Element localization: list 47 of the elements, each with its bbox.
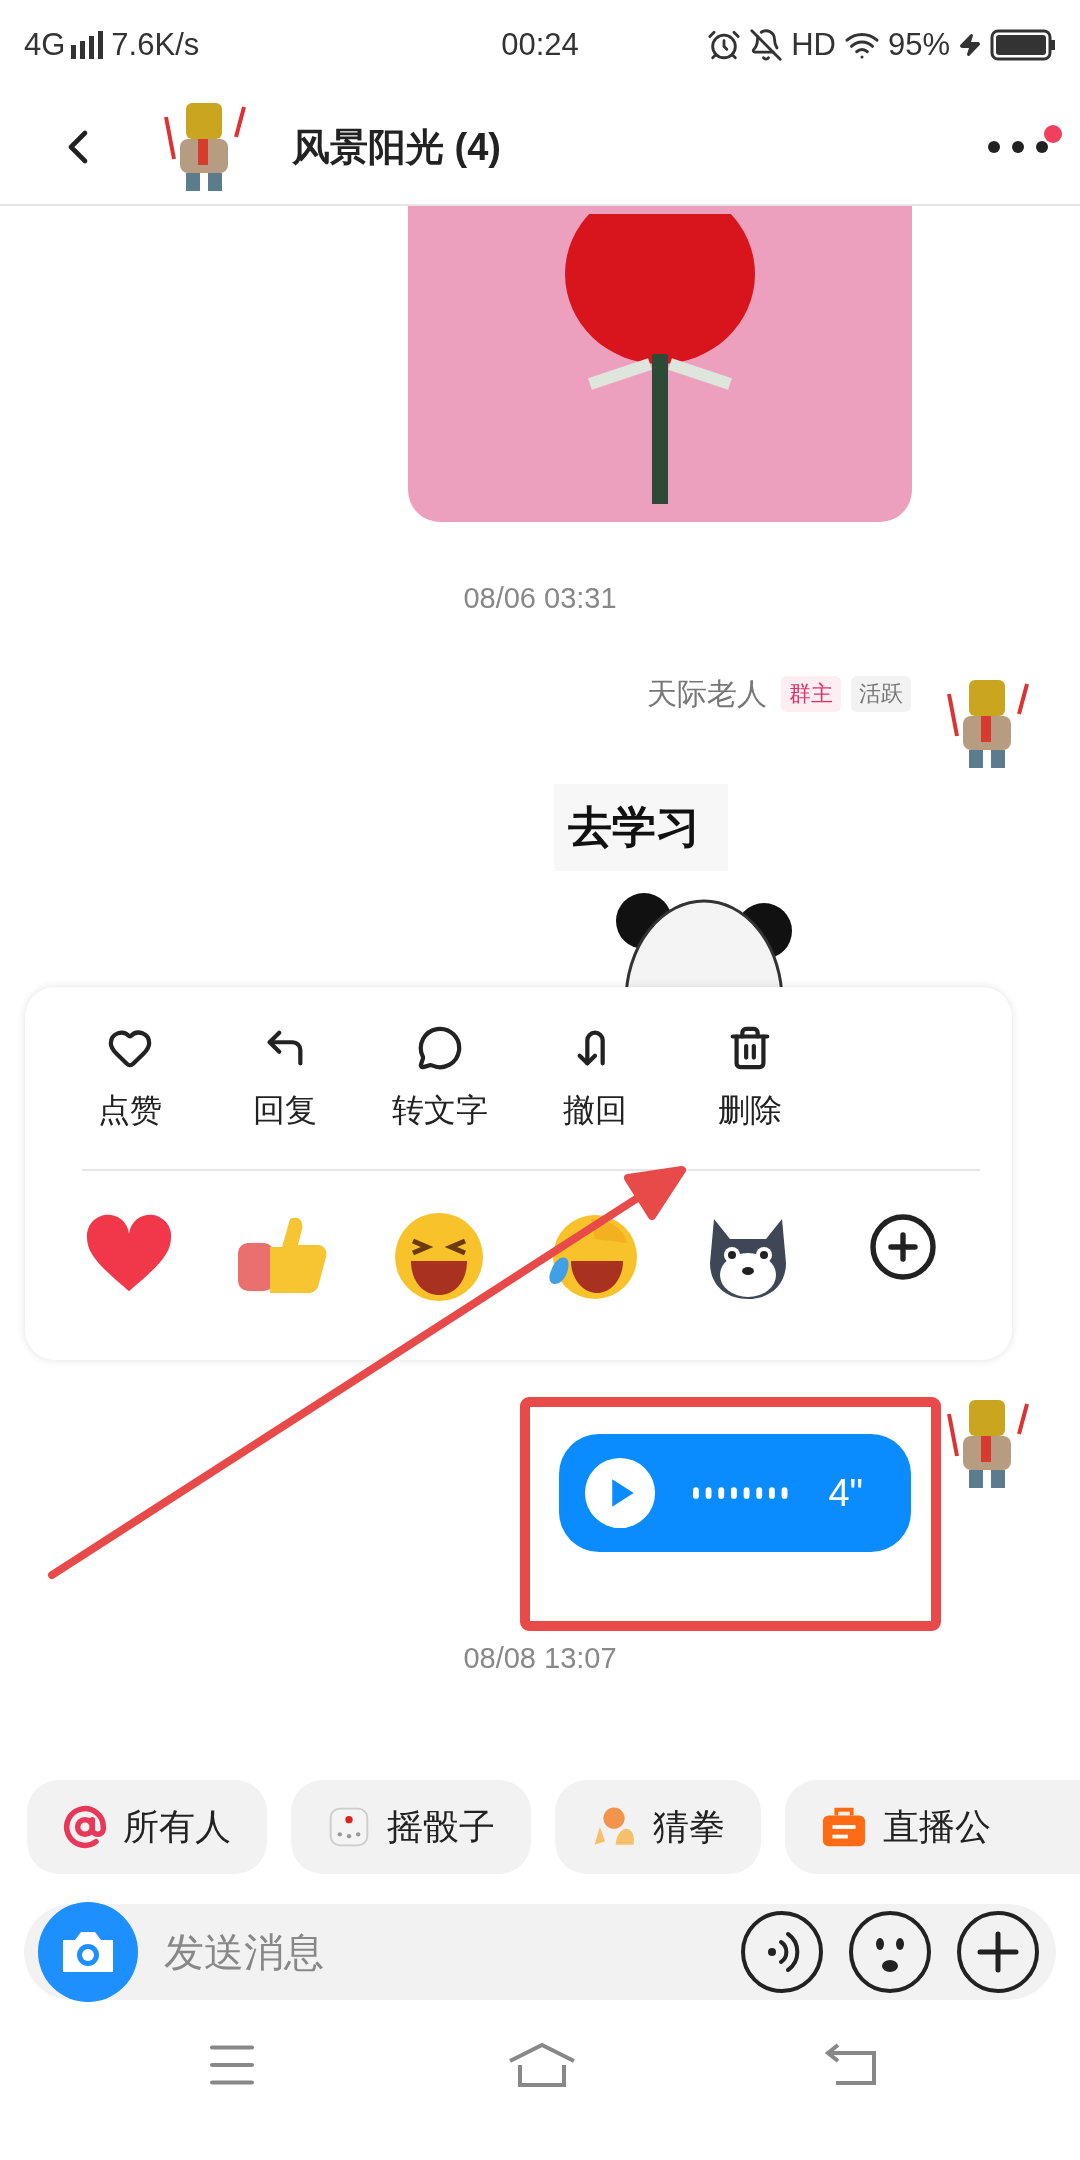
sound-wave-icon	[740, 1910, 824, 1994]
quick-action-chip[interactable]: 所有人	[27, 1780, 267, 1874]
sticker-caption: 去学习	[554, 784, 728, 871]
dice-icon	[327, 1805, 371, 1849]
charging-icon	[958, 33, 982, 57]
menu-action[interactable]: 回复	[207, 1025, 362, 1133]
briefcase-icon	[821, 1805, 867, 1849]
clock-time: 00:24	[501, 27, 579, 63]
home-icon	[506, 2041, 578, 2089]
emoji-button[interactable]	[848, 1910, 932, 1994]
add-button[interactable]	[956, 1910, 1040, 1994]
voice-input-button[interactable]	[740, 1910, 824, 1994]
battery-icon	[990, 29, 1056, 61]
quick-action-chip[interactable]: 直播公	[785, 1780, 1080, 1874]
home-nav-button[interactable]	[506, 2041, 578, 2089]
sender-name: 天际老人	[647, 675, 767, 712]
plus-icon	[956, 1910, 1040, 1994]
network-type: 4G	[24, 27, 66, 63]
alarm-icon	[707, 28, 742, 62]
at-sign-icon	[63, 1805, 107, 1849]
quick-action-chip[interactable]: 猜拳	[555, 1780, 761, 1874]
battery-percent: 95%	[887, 27, 950, 63]
chat-title: 风景阳光 (4)	[292, 124, 502, 170]
member-tag: 活跃	[851, 676, 911, 712]
menu-action[interactable]: 删除	[672, 1025, 827, 1133]
play-icon[interactable]	[583, 1455, 658, 1531]
menu-action[interactable]: 转文字	[362, 1025, 517, 1133]
speech-bubble-icon	[416, 1025, 463, 1071]
hd-indicator: HD	[791, 27, 836, 63]
member-tag: 群主	[781, 676, 841, 712]
timestamp: 08/06 03:31	[462, 581, 618, 616]
smiley-face-icon	[848, 1910, 932, 1994]
menu-action[interactable]: 撤回	[517, 1025, 672, 1133]
network-speed: 7.6K/s	[111, 27, 200, 63]
rose-sticker-image[interactable]	[408, 206, 912, 522]
message-input-field[interactable]: 发送消息	[24, 1904, 1056, 2000]
quick-action-chip[interactable]: 摇骰子	[291, 1780, 531, 1874]
message-input[interactable]: 发送消息	[162, 1928, 716, 1976]
timestamp: 08/08 13:07	[462, 1641, 618, 1676]
voice-duration: 4"	[828, 1471, 863, 1515]
signal-icon	[71, 31, 106, 59]
laughing-emoji-icon[interactable]	[392, 1211, 485, 1303]
bell-off-icon	[749, 28, 784, 62]
menu-action[interactable]: 点赞	[52, 1025, 207, 1133]
more-icon	[986, 139, 1050, 155]
more-button[interactable]	[986, 139, 1050, 155]
camera-button[interactable]	[38, 1902, 138, 2002]
